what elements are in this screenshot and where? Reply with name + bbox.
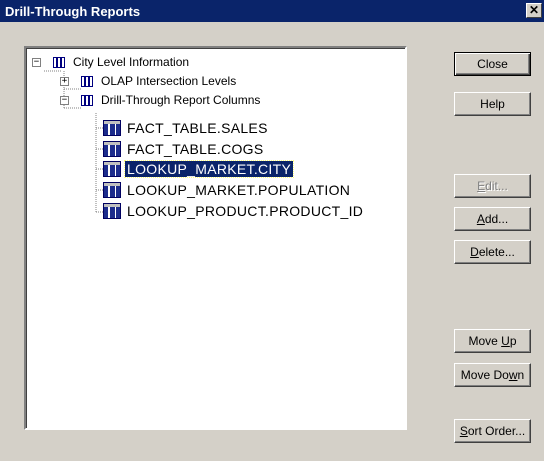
tree-node-olap-levels[interactable]: OLAP Intersection Levels [101,74,236,88]
move-down-label-post: n [517,367,525,382]
delete-label-key: D [470,244,479,259]
window-title: Drill-Through Reports [5,4,141,19]
move-down-label-pre: Move Do [460,367,509,382]
report-tree[interactable]: − City Level Information + OLAP Intersec… [24,46,407,430]
drill-collapse-expander[interactable]: − [60,96,69,105]
add-label-post: dd... [484,211,509,226]
close-icon[interactable]: ✕ [526,3,542,18]
tree-node-city-level[interactable]: City Level Information [73,55,189,69]
column-icon [103,203,121,219]
table-icon [81,95,93,106]
root-collapse-expander[interactable]: − [32,58,41,67]
move-down-button[interactable]: Move Down [454,363,531,387]
delete-label-post: elete... [478,244,515,259]
add-button[interactable]: Add... [454,207,531,231]
delete-button[interactable]: Delete... [454,240,531,264]
sort-order-label-post: ort Order... [467,423,526,438]
move-up-label-pre: Move [468,333,502,348]
column-icon [103,120,121,136]
column-icon [103,182,121,198]
drill-through-dialog: Drill-Through Reports ✕ − City Level Inf… [0,0,544,461]
tree-node-column[interactable]: FACT_TABLE.SALES [127,120,268,136]
olap-expand-expander[interactable]: + [60,77,69,86]
move-up-label-post: p [509,333,517,348]
tree-node-column[interactable]: LOOKUP_MARKET.POPULATION [127,182,350,198]
tree-node-column-selected[interactable]: LOOKUP_MARKET.CITY [123,160,295,178]
edit-label-post: dit... [485,178,508,193]
column-icon [103,161,121,177]
add-label-key: A [476,211,485,226]
tree-node-column[interactable]: FACT_TABLE.COGS [127,141,264,157]
table-icon [53,57,65,68]
close-button[interactable]: Close [454,52,531,76]
help-button[interactable]: Help [454,92,531,116]
sort-order-button[interactable]: Sort Order... [454,419,531,443]
table-icon [81,76,93,87]
move-up-label-key: U [501,333,510,348]
title-bar[interactable]: Drill-Through Reports ✕ [0,0,544,22]
edit-label-key: E [477,178,486,193]
sort-order-label-key: S [459,423,468,438]
move-up-button[interactable]: Move Up [454,329,531,353]
edit-button[interactable]: Edit... [454,174,531,198]
tree-node-drill-columns[interactable]: Drill-Through Report Columns [101,93,260,107]
column-icon [103,141,121,157]
move-down-label-key: w [508,367,518,382]
tree-node-column[interactable]: LOOKUP_PRODUCT.PRODUCT_ID [127,203,363,219]
